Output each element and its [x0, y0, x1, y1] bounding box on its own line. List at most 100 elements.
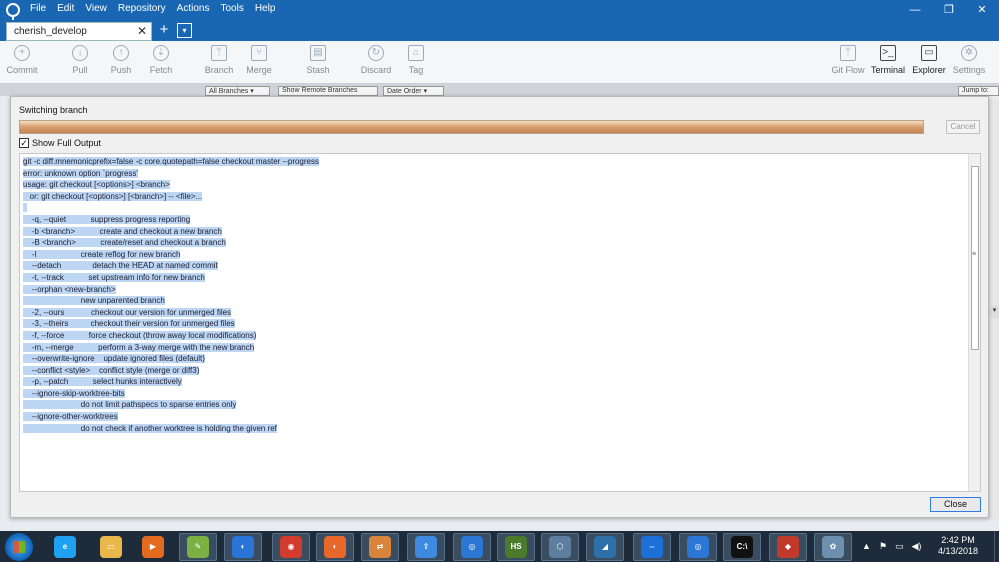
output-line: -t, --track set upstream info for new br…: [23, 272, 319, 284]
output-line-text: usage: git checkout [<options>] <branch>: [23, 180, 170, 190]
output-line: --conflict <style> conflict style (merge…: [23, 365, 319, 377]
taskbar: e ▭ ▶ ✎ ◐ ◉ ◐ ⇄ ⇧ ◎ HS ⬡ ◢ ⇔ ◎ C:\ ◆ ✿ ▲ ⚑ ▭ ◀) 2:42 PM 4…: [0, 531, 999, 562]
show-full-output-checkbox[interactable]: ✓: [19, 138, 29, 148]
tab-cherish-develop[interactable]: cherish_develop ✕: [6, 22, 152, 41]
fetch-label: Fetch: [149, 65, 173, 75]
output-line-text: -p, --patch select hunks interactively: [23, 377, 182, 387]
menu-file[interactable]: File: [30, 3, 46, 14]
progress-fill: [20, 121, 923, 133]
ie-icon: e: [54, 536, 76, 558]
gitflow-button[interactable]: ᛘ Git Flow: [826, 45, 870, 75]
menu-edit[interactable]: Edit: [57, 3, 74, 14]
menu-tools[interactable]: Tools: [220, 3, 243, 14]
show-full-output-label: Show Full Output: [32, 138, 102, 148]
explorer-button[interactable]: ▭ Explorer: [907, 45, 951, 75]
output-panel[interactable]: git -c diff.mnemonicprefix=false -c core…: [19, 153, 981, 492]
action-center-icon[interactable]: ⚑: [879, 541, 887, 552]
taskbar-paint-button[interactable]: ✿: [814, 533, 852, 561]
paint-icon: ✿: [822, 536, 844, 558]
close-button[interactable]: Close: [930, 497, 981, 512]
taskbar-compass-button[interactable]: ◢: [586, 533, 624, 561]
cancel-button[interactable]: Cancel: [946, 120, 980, 134]
taskbar-hs-button[interactable]: HS: [497, 533, 535, 561]
output-line: new unparented branch: [23, 295, 319, 307]
toolbar: + Commit ↓ Pull ↑ Push ⇣ Fetch ᛘ Branch ⑂ Merg…: [0, 41, 999, 84]
restore-button[interactable]: ❐: [940, 2, 958, 18]
order-select[interactable]: Date Order ▾: [383, 86, 444, 96]
push-button[interactable]: ↑ Push: [99, 45, 143, 75]
menu-view[interactable]: View: [85, 3, 107, 14]
output-line-text: [23, 203, 28, 213]
taskbar-chrome-button[interactable]: ◉: [272, 533, 310, 561]
hs-icon: HS: [505, 536, 527, 558]
output-line-text: -3, --theirs checkout their version for …: [23, 319, 235, 329]
tab-list-dropdown[interactable]: ▾: [177, 23, 192, 38]
output-line-text: do not limit pathspecs to sparse entries…: [23, 400, 237, 410]
window-close-button[interactable]: ✕: [973, 2, 991, 18]
taskbar-remote-button[interactable]: ⇄: [361, 533, 399, 561]
branch-label: Branch: [204, 65, 234, 75]
tab-close-icon[interactable]: ✕: [137, 24, 147, 38]
new-tab-button[interactable]: +: [156, 22, 172, 38]
output-line-text: git -c diff.mnemonicprefix=false -c core…: [23, 157, 319, 166]
taskbar-git-button[interactable]: ◆: [769, 533, 807, 561]
terminal-button[interactable]: >_ Terminal: [866, 45, 910, 75]
menu-help[interactable]: Help: [255, 3, 276, 14]
output-line-text: -2, --ours checkout our version for unme…: [23, 307, 232, 317]
discard-button[interactable]: ↻ Discard: [354, 45, 398, 75]
network-icon[interactable]: ▭: [895, 541, 904, 552]
output-scrollbar[interactable]: ≡: [968, 154, 980, 491]
filter-bar: All Branches ▾ Show Remote Branches Date…: [0, 84, 999, 96]
gitflow-icon: ᛘ: [840, 45, 856, 61]
taskbar-ie-button[interactable]: e: [46, 533, 84, 561]
volume-icon[interactable]: ◀): [912, 541, 922, 552]
start-button[interactable]: [5, 533, 33, 561]
taskbar-teamviewer-button[interactable]: ⇔: [633, 533, 671, 561]
taskbar-cmd-button[interactable]: C:\: [723, 533, 761, 561]
taskbar-sourcetree-button[interactable]: ◎: [453, 533, 491, 561]
minimize-button[interactable]: —: [906, 2, 924, 18]
taskbar-up-button[interactable]: ⇧: [407, 533, 445, 561]
tab-label: cherish_develop: [14, 26, 87, 37]
stash-button[interactable]: ▤ Stash: [296, 45, 340, 75]
output-line: error: unknown option `progress': [23, 168, 319, 180]
pull-button[interactable]: ↓ Pull: [58, 45, 102, 75]
tray-expand-icon[interactable]: ▲: [862, 541, 871, 552]
clock[interactable]: 2:42 PM 4/13/2018: [936, 535, 980, 557]
jump-to-field[interactable]: Jump to:: [958, 86, 999, 96]
taskbar-media-button[interactable]: ▶: [134, 533, 172, 561]
gear-icon: ✲: [961, 45, 977, 61]
output-scroll-thumb[interactable]: [971, 166, 979, 350]
branch-button[interactable]: ᛘ Branch: [197, 45, 241, 75]
background-scroll-down-icon[interactable]: ▾: [990, 306, 999, 318]
show-full-output-toggle[interactable]: ✓ Show Full Output: [19, 138, 101, 148]
menu-repository[interactable]: Repository: [118, 3, 166, 14]
show-desktop-button[interactable]: [994, 531, 999, 562]
settings-label: Settings: [952, 65, 986, 75]
tag-button[interactable]: ⌂ Tag: [394, 45, 438, 75]
commit-button[interactable]: + Commit: [0, 45, 44, 75]
menu-bar: File Edit View Repository Actions Tools …: [30, 3, 275, 14]
sourcetree-icon: ◎: [461, 536, 483, 558]
taskbar-explorer-button[interactable]: ▭: [92, 533, 130, 561]
output-line-text: --orphan <new-branch>: [23, 284, 116, 294]
show-remote-branches-checkbox[interactable]: Show Remote Branches: [278, 86, 378, 96]
fetch-button[interactable]: ⇣ Fetch: [139, 45, 183, 75]
clock-time: 2:42 PM: [941, 535, 975, 545]
sourcetree-logo-icon: [6, 3, 20, 21]
taskbar-notepad-button[interactable]: ✎: [179, 533, 217, 561]
output-line: --detach detach the HEAD at named commit: [23, 260, 319, 272]
taskbar-firefox-button[interactable]: ◐: [316, 533, 354, 561]
menu-actions[interactable]: Actions: [177, 3, 210, 14]
output-line-text: error: unknown option `progress': [23, 168, 138, 178]
merge-button[interactable]: ⑂ Merge: [237, 45, 281, 75]
output-text[interactable]: git -c diff.mnemonicprefix=false -c core…: [23, 156, 319, 434]
output-line-text: do not check if another worktree is hold…: [23, 423, 277, 433]
taskbar-firefox-dev-button[interactable]: ◐: [224, 533, 262, 561]
notepad-icon: ✎: [187, 536, 209, 558]
settings-button[interactable]: ✲ Settings: [947, 45, 991, 75]
branches-filter-select[interactable]: All Branches ▾: [205, 86, 270, 96]
taskbar-box-button[interactable]: ⬡: [541, 533, 579, 561]
taskbar-sourcetree2-button[interactable]: ◎: [679, 533, 717, 561]
output-line-text: --detach detach the HEAD at named commit: [23, 261, 218, 271]
